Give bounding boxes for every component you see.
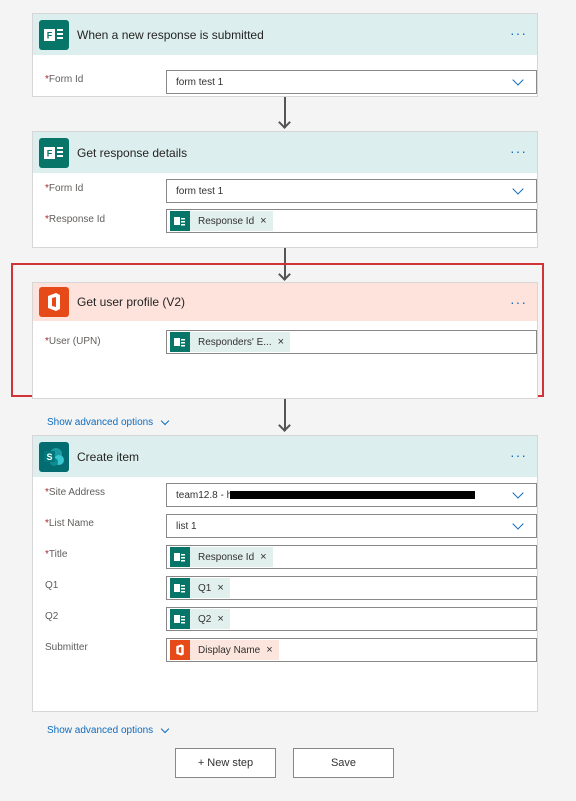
chevron-down-icon xyxy=(160,724,170,734)
show-advanced-options-link[interactable]: Show advanced options xyxy=(47,724,170,736)
token-label: Display Name xyxy=(198,644,261,656)
q1-field[interactable]: Q1 × xyxy=(166,576,537,600)
get-response-card-header[interactable]: F Get response details ··· xyxy=(33,132,537,173)
q2-field[interactable]: Q2 × xyxy=(166,607,537,631)
user-upn-label: *User (UPN) xyxy=(45,336,101,347)
arrow-head xyxy=(278,116,291,129)
create-item-title: Create item xyxy=(77,449,140,464)
more-icon[interactable]: ··· xyxy=(510,295,527,309)
chevron-down-icon[interactable] xyxy=(512,74,524,86)
display-name-token[interactable]: Display Name × xyxy=(170,640,279,660)
token-label: Q1 xyxy=(198,582,212,594)
trigger-card[interactable]: F When a new response is submitted ··· *… xyxy=(32,13,538,97)
more-icon[interactable]: ··· xyxy=(510,26,527,40)
list-name-row: *List Name list 1 xyxy=(45,512,537,543)
form-id-value: form test 1 xyxy=(176,185,224,197)
get-user-title: Get user profile (V2) xyxy=(77,295,186,309)
site-address-row: *Site Address team12.8 - h xyxy=(45,481,537,512)
more-icon[interactable]: ··· xyxy=(510,448,527,462)
token-label: Responders' E... xyxy=(198,336,272,348)
form-id-dropdown[interactable]: form test 1 xyxy=(166,70,537,94)
chevron-down-icon xyxy=(160,416,170,426)
q1-token[interactable]: Q1 × xyxy=(170,578,230,598)
office-icon xyxy=(170,640,190,660)
office-icon xyxy=(39,287,69,317)
token-label: Response Id xyxy=(198,551,255,563)
token-label: Q2 xyxy=(198,613,212,625)
list-name-value: list 1 xyxy=(176,520,197,532)
remove-token-icon[interactable]: × xyxy=(217,613,223,625)
forms-icon xyxy=(170,578,190,598)
get-user-card[interactable]: Get user profile (V2) ··· *User (UPN) Re… xyxy=(32,282,538,428)
q1-label: Q1 xyxy=(45,580,59,591)
get-response-title: Get response details xyxy=(77,145,188,160)
remove-token-icon[interactable]: × xyxy=(217,582,223,594)
sharepoint-icon: S xyxy=(39,441,69,472)
get-user-card-header[interactable]: Get user profile (V2) ··· xyxy=(33,283,537,321)
title-row: *Title Response Id × xyxy=(45,543,537,574)
form-id-row: *Form Id form test 1 xyxy=(45,68,537,99)
forms-icon: F xyxy=(39,19,69,50)
response-id-token[interactable]: Response Id × xyxy=(170,211,273,231)
save-button[interactable]: Save xyxy=(293,748,394,778)
trigger-title: When a new response is submitted xyxy=(77,27,264,42)
form-id-label: *Form Id xyxy=(45,183,84,194)
response-id-field[interactable]: Response Id × xyxy=(166,209,537,233)
create-item-card[interactable]: S Create item ··· *Site Address team12.8… xyxy=(32,435,538,736)
chevron-down-icon[interactable] xyxy=(512,518,524,530)
redacted-bar xyxy=(230,491,475,499)
q2-token[interactable]: Q2 × xyxy=(170,609,230,629)
get-response-card[interactable]: F Get response details ··· *Form Id form… xyxy=(32,131,538,248)
arrow-head xyxy=(278,419,291,432)
token-label: Response Id xyxy=(198,215,255,227)
show-advanced-options-label: Show advanced options xyxy=(47,725,154,736)
forms-icon xyxy=(170,211,190,231)
submitter-field[interactable]: Display Name × xyxy=(166,638,537,662)
form-id-dropdown[interactable]: form test 1 xyxy=(166,179,537,203)
list-name-dropdown[interactable]: list 1 xyxy=(166,514,537,538)
svg-text:F: F xyxy=(47,30,53,40)
show-advanced-options-link[interactable]: Show advanced options xyxy=(47,416,170,428)
user-upn-field[interactable]: Responders' E... × xyxy=(166,330,537,354)
form-id-row: *Form Id form test 1 xyxy=(45,177,537,208)
submitter-row: Submitter Display Name × xyxy=(45,636,537,667)
remove-token-icon[interactable]: × xyxy=(266,644,272,656)
svg-text:F: F xyxy=(47,148,53,158)
submitter-label: Submitter xyxy=(45,642,88,653)
remove-token-icon[interactable]: × xyxy=(278,336,284,348)
title-field[interactable]: Response Id × xyxy=(166,545,537,569)
title-label: *Title xyxy=(45,549,68,560)
response-id-row: *Response Id Response Id × xyxy=(45,208,537,239)
remove-token-icon[interactable]: × xyxy=(260,551,266,563)
forms-icon xyxy=(170,547,190,567)
q1-row: Q1 Q1 × xyxy=(45,574,537,605)
response-id-label: *Response Id xyxy=(45,214,106,225)
q2-label: Q2 xyxy=(45,611,59,622)
response-id-token[interactable]: Response Id × xyxy=(170,547,273,567)
show-advanced-options-label: Show advanced options xyxy=(47,417,154,428)
remove-token-icon[interactable]: × xyxy=(260,215,266,227)
list-name-label: *List Name xyxy=(45,518,94,529)
forms-icon xyxy=(170,332,190,352)
forms-icon: F xyxy=(39,137,69,168)
svg-text:S: S xyxy=(46,452,52,462)
q2-row: Q2 Q2 × xyxy=(45,605,537,636)
form-id-value: form test 1 xyxy=(176,76,224,88)
site-address-dropdown[interactable]: team12.8 - h xyxy=(166,483,537,507)
site-address-value: team12.8 - h xyxy=(176,489,233,501)
chevron-down-icon[interactable] xyxy=(512,183,524,195)
user-upn-row: *User (UPN) Responders' E... × xyxy=(45,330,537,361)
more-icon[interactable]: ··· xyxy=(510,144,527,158)
trigger-card-header[interactable]: F When a new response is submitted ··· xyxy=(33,14,537,55)
create-item-card-header[interactable]: S Create item ··· xyxy=(33,436,537,477)
forms-icon xyxy=(170,609,190,629)
form-id-label: *Form Id xyxy=(45,74,84,85)
chevron-down-icon[interactable] xyxy=(512,487,524,499)
new-step-button[interactable]: + New step xyxy=(175,748,276,778)
site-address-label: *Site Address xyxy=(45,487,106,498)
responders-email-token[interactable]: Responders' E... × xyxy=(170,332,291,352)
